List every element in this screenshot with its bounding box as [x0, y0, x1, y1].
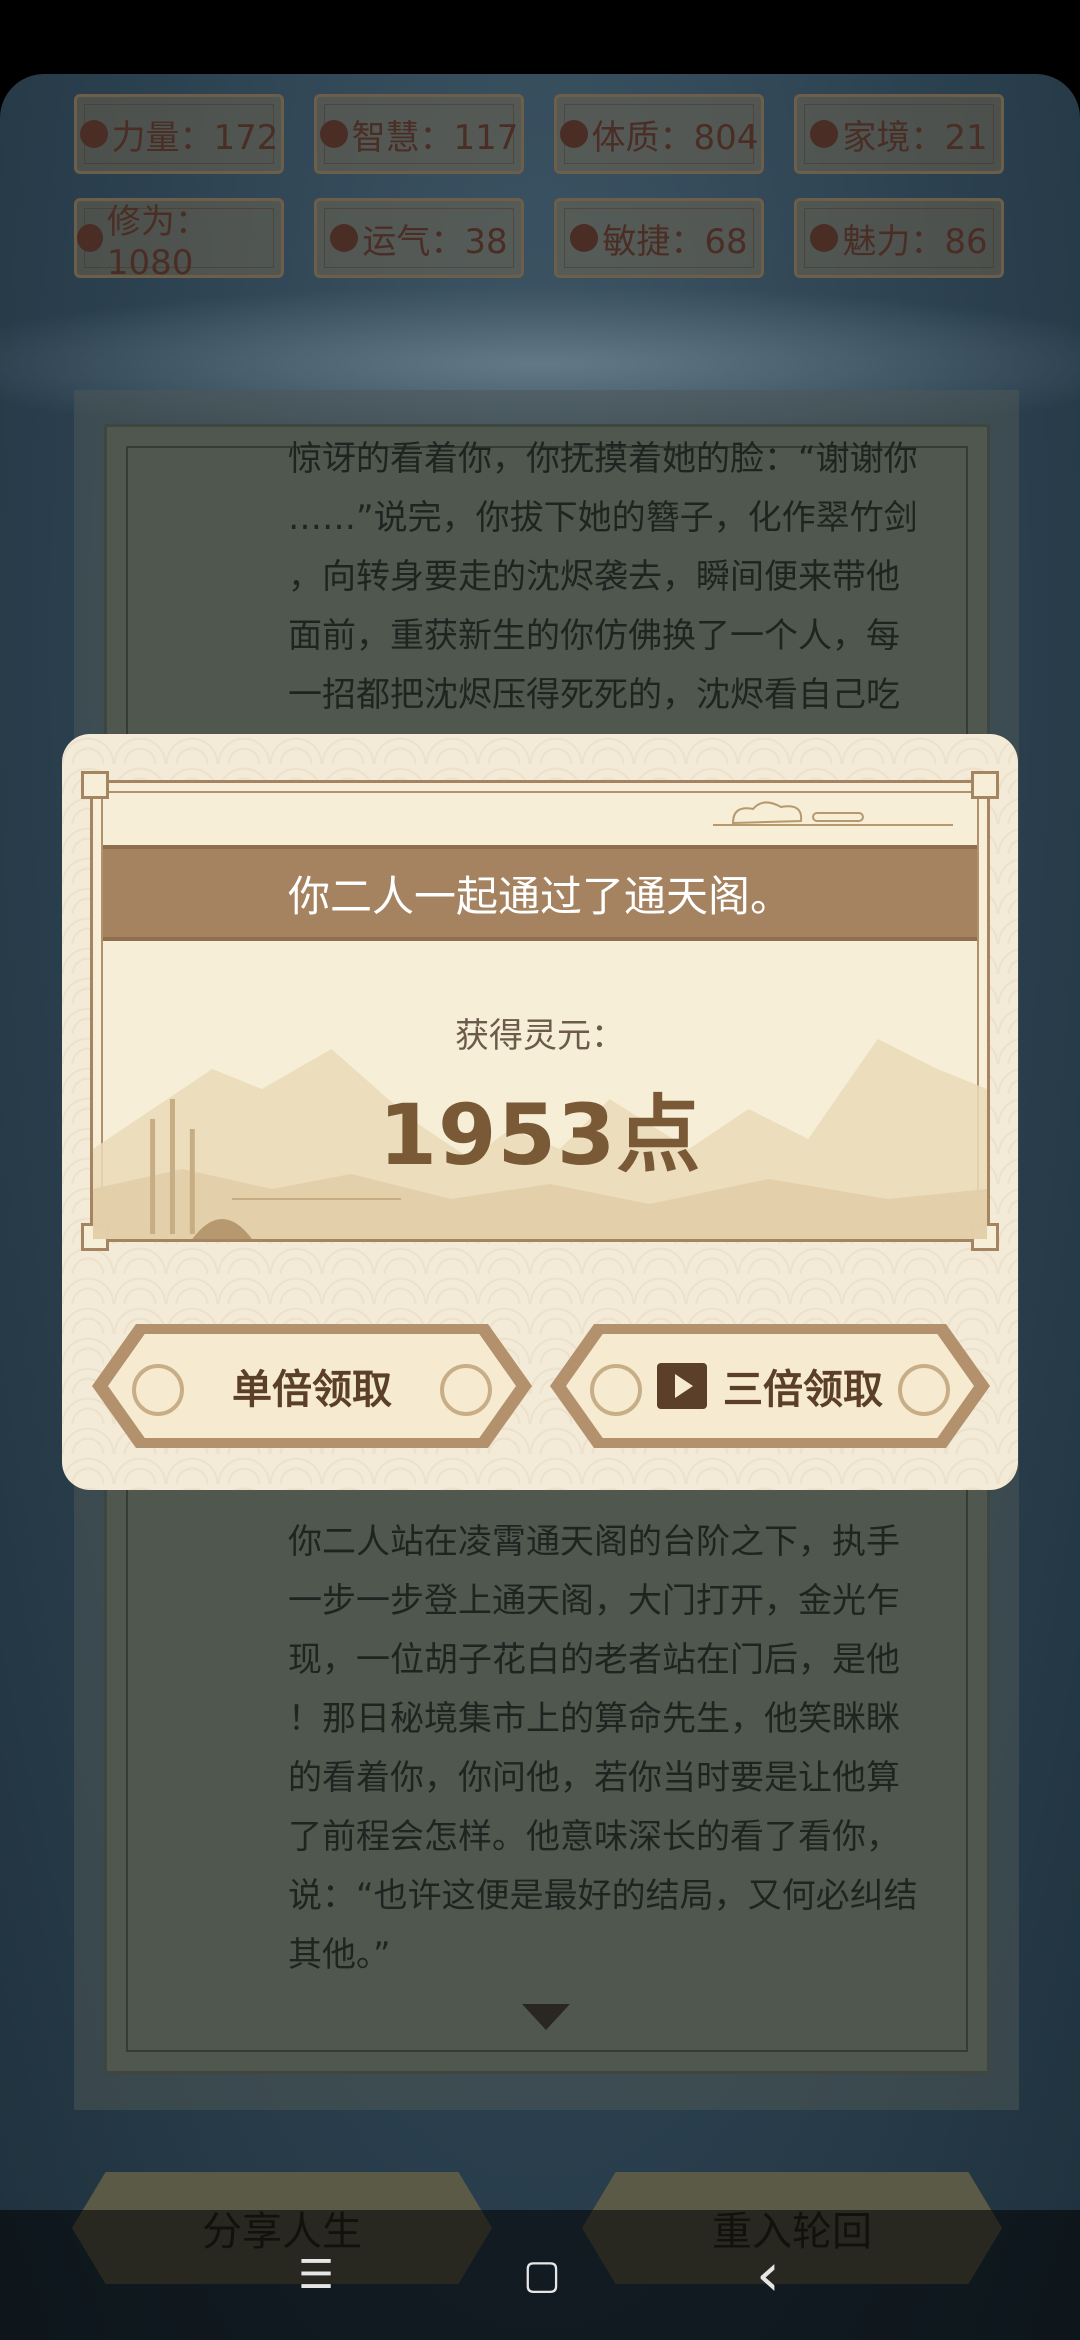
swirl-ornament-icon [440, 1364, 492, 1416]
triple-claim-button[interactable]: 三倍领取 [550, 1324, 990, 1448]
dialog-title-bar: 你二人一起通过了通天阁。 [103, 845, 977, 941]
luck-icon [330, 224, 359, 252]
family-icon [810, 120, 839, 148]
single-claim-button[interactable]: 单倍领取 [92, 1324, 532, 1448]
cloud-ornament-icon [713, 801, 953, 826]
constitution-icon [559, 120, 588, 148]
swirl-ornament-icon [132, 1364, 184, 1416]
video-play-icon [657, 1363, 707, 1409]
stat-wisdom: 智慧：117 [314, 94, 524, 174]
stat-constitution: 体质：804 [554, 94, 764, 174]
stat-cultivation: 修为：1080 [74, 198, 284, 283]
swirl-ornament-icon [590, 1364, 642, 1416]
dialog-title: 你二人一起通过了通天阁。 [287, 871, 792, 921]
scroll-down-arrow-icon[interactable] [522, 2004, 570, 2030]
wisdom-icon [319, 120, 348, 148]
cultivation-icon [77, 224, 103, 252]
corner-ornament-icon [971, 771, 999, 799]
agility-icon [570, 224, 599, 252]
menu-icon[interactable]: ☰ [286, 2245, 346, 2305]
stat-family: 家境：21 [794, 94, 1004, 174]
charm-icon [810, 224, 839, 252]
reward-dialog: 你二人一起通过了通天阁。 获得灵元： 1953点 单倍领取 三倍领取 [62, 734, 1018, 1490]
corner-ornament-icon [81, 771, 109, 799]
reward-label: 获得灵元： [455, 1016, 625, 1056]
stat-charm: 魅力：86 [794, 198, 1004, 278]
reward-scroll: 你二人一起通过了通天阁。 获得灵元： 1953点 [81, 771, 999, 1251]
back-icon[interactable]: ‹ [738, 2245, 798, 2305]
swirl-ornament-icon [898, 1364, 950, 1416]
stat-luck: 运气：38 [314, 198, 524, 278]
stat-strength: 力量：172 [74, 94, 284, 174]
reward-value: 1953点 [378, 1086, 702, 1184]
strength-icon [79, 120, 108, 148]
stat-agility: 敏捷：68 [554, 198, 764, 278]
home-icon[interactable]: ▢ [512, 2245, 572, 2305]
